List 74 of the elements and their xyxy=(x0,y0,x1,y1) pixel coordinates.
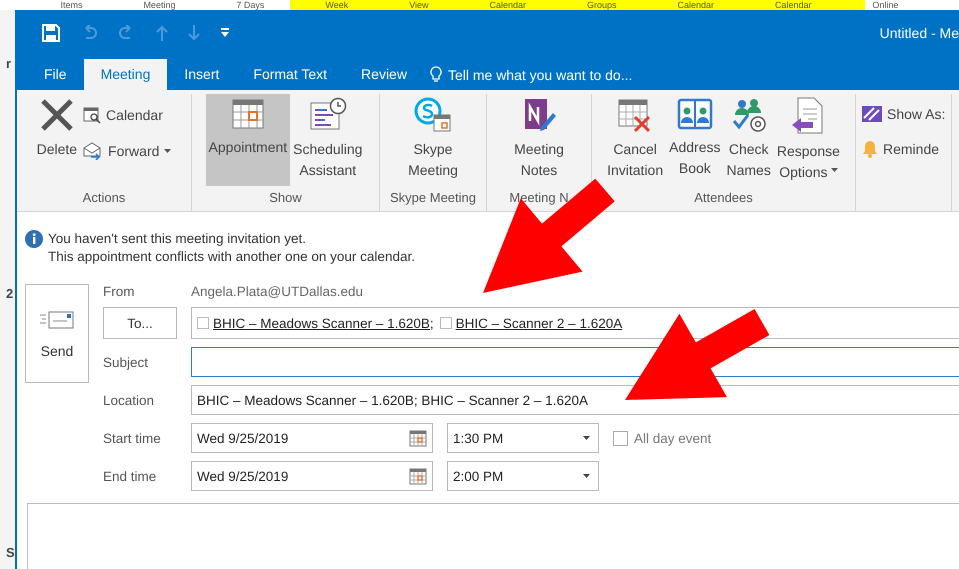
date-field[interactable]: Wed 9/25/2019 xyxy=(191,461,433,491)
calendar-icon[interactable] xyxy=(409,430,427,446)
to-button[interactable]: To... xyxy=(103,307,177,339)
ribbon-group-label: Actions xyxy=(82,189,126,207)
ribbon-group-label: Meeting N xyxy=(509,189,569,207)
tell-me-search[interactable]: Tell me what you want to do... xyxy=(448,66,632,82)
ribbon-group-label: Skype Meeting xyxy=(390,189,476,207)
envelope-arrow-icon xyxy=(83,142,104,160)
background-toolbar-label: Calendar xyxy=(677,0,714,10)
status-stripes-icon xyxy=(862,106,882,122)
ribbon-group-label: Attendees xyxy=(694,189,753,207)
background-toolbar-label: Groups xyxy=(586,0,616,10)
checkbox[interactable] xyxy=(613,430,628,446)
ribbon-button[interactable]: Address Book xyxy=(666,94,724,186)
field-label: Subject xyxy=(103,354,150,370)
background-toolbar-label: View xyxy=(409,0,429,10)
calendar-icon[interactable] xyxy=(409,468,427,484)
background-toolbar-label: Calendar xyxy=(774,0,812,10)
ribbon-button[interactable]: Appointment xyxy=(206,94,290,186)
ribbon-tab[interactable]: Format Text xyxy=(236,59,344,90)
ribbon-tab[interactable]: File xyxy=(27,59,84,90)
ribbon-tab[interactable]: Insert xyxy=(167,59,236,90)
skype-calendar-icon xyxy=(414,97,452,133)
ribbon-button[interactable]: Meeting Notes xyxy=(511,94,567,186)
ribbon-button[interactable]: Delete xyxy=(34,94,80,186)
ribbon-button[interactable]: Response Options xyxy=(774,94,843,186)
info-icon xyxy=(25,230,43,248)
date-field[interactable]: Wed 9/25/2019 xyxy=(191,423,433,453)
ribbon-button[interactable]: Calendar xyxy=(80,104,174,126)
address-book-icon xyxy=(676,97,713,131)
envelope-icon xyxy=(39,308,75,330)
background-toolbar-label: Meeting xyxy=(143,0,176,10)
customize-icon[interactable] xyxy=(220,28,230,37)
ribbon-group-label: Show xyxy=(269,189,302,207)
time-dropdown[interactable]: 2:00 PM xyxy=(447,461,599,491)
checkbox-label: All day event xyxy=(634,430,712,446)
background-toolbar-label: Online xyxy=(872,0,898,10)
send-button[interactable]: Send xyxy=(25,284,89,383)
calendar-search-icon xyxy=(83,106,102,124)
background-text: r xyxy=(6,56,12,71)
ribbon-button[interactable]: Reminde xyxy=(859,138,948,160)
background-text: 2 xyxy=(6,286,14,301)
delete-x-icon xyxy=(38,97,75,133)
field-label: Location xyxy=(103,392,156,408)
background-toolbar-label: Items xyxy=(60,0,82,10)
info-message: This appointment conflicts with another one on your calendar. xyxy=(48,248,415,266)
field-label: Start time xyxy=(103,430,162,446)
location-field[interactable]: BHIC – Meadows Scanner – 1.620B; BHIC – Scanner 2 – 1.620A xyxy=(191,385,959,415)
info-message: You haven't sent this meeting invitation yet. xyxy=(48,230,307,248)
window-title: Untitled - Me xyxy=(880,24,959,40)
ribbon-button[interactable]: Forward xyxy=(80,140,174,162)
calendar-icon xyxy=(230,97,265,131)
time-dropdown[interactable]: 1:30 PM xyxy=(447,423,599,453)
background-toolbar-label: 7 Days xyxy=(236,0,264,10)
ribbon-tab[interactable]: Review xyxy=(344,59,424,90)
background-text: S xyxy=(6,545,15,560)
subject-field[interactable] xyxy=(191,347,959,377)
save-icon[interactable] xyxy=(42,24,60,42)
background-toolbar-label: Week xyxy=(325,0,348,10)
from-address: Angela.Plata@UTDallas.edu xyxy=(191,284,364,299)
lightbulb-icon[interactable] xyxy=(430,66,442,83)
ribbon-tab[interactable]: Meeting xyxy=(84,59,168,90)
ribbon-button[interactable]: Show As: xyxy=(859,104,948,124)
ribbon-button[interactable]: Check Names xyxy=(724,94,774,186)
to-field[interactable]: BHIC – Meadows Scanner – 1.620B; BHIC – Scanner 2 – 1.620A xyxy=(191,307,959,339)
field-label: End time xyxy=(103,468,158,484)
caret-icon xyxy=(583,474,590,478)
background-toolbar-label: Calendar xyxy=(490,0,526,10)
ribbon-button[interactable]: Skype Meeting xyxy=(405,94,461,186)
field-label: From xyxy=(103,284,136,299)
ribbon-button[interactable]: Scheduling Assistant xyxy=(290,94,366,186)
bell-icon xyxy=(862,140,878,158)
caret-icon xyxy=(583,436,590,440)
ribbon-button[interactable]: Cancel Invitation xyxy=(604,94,666,186)
